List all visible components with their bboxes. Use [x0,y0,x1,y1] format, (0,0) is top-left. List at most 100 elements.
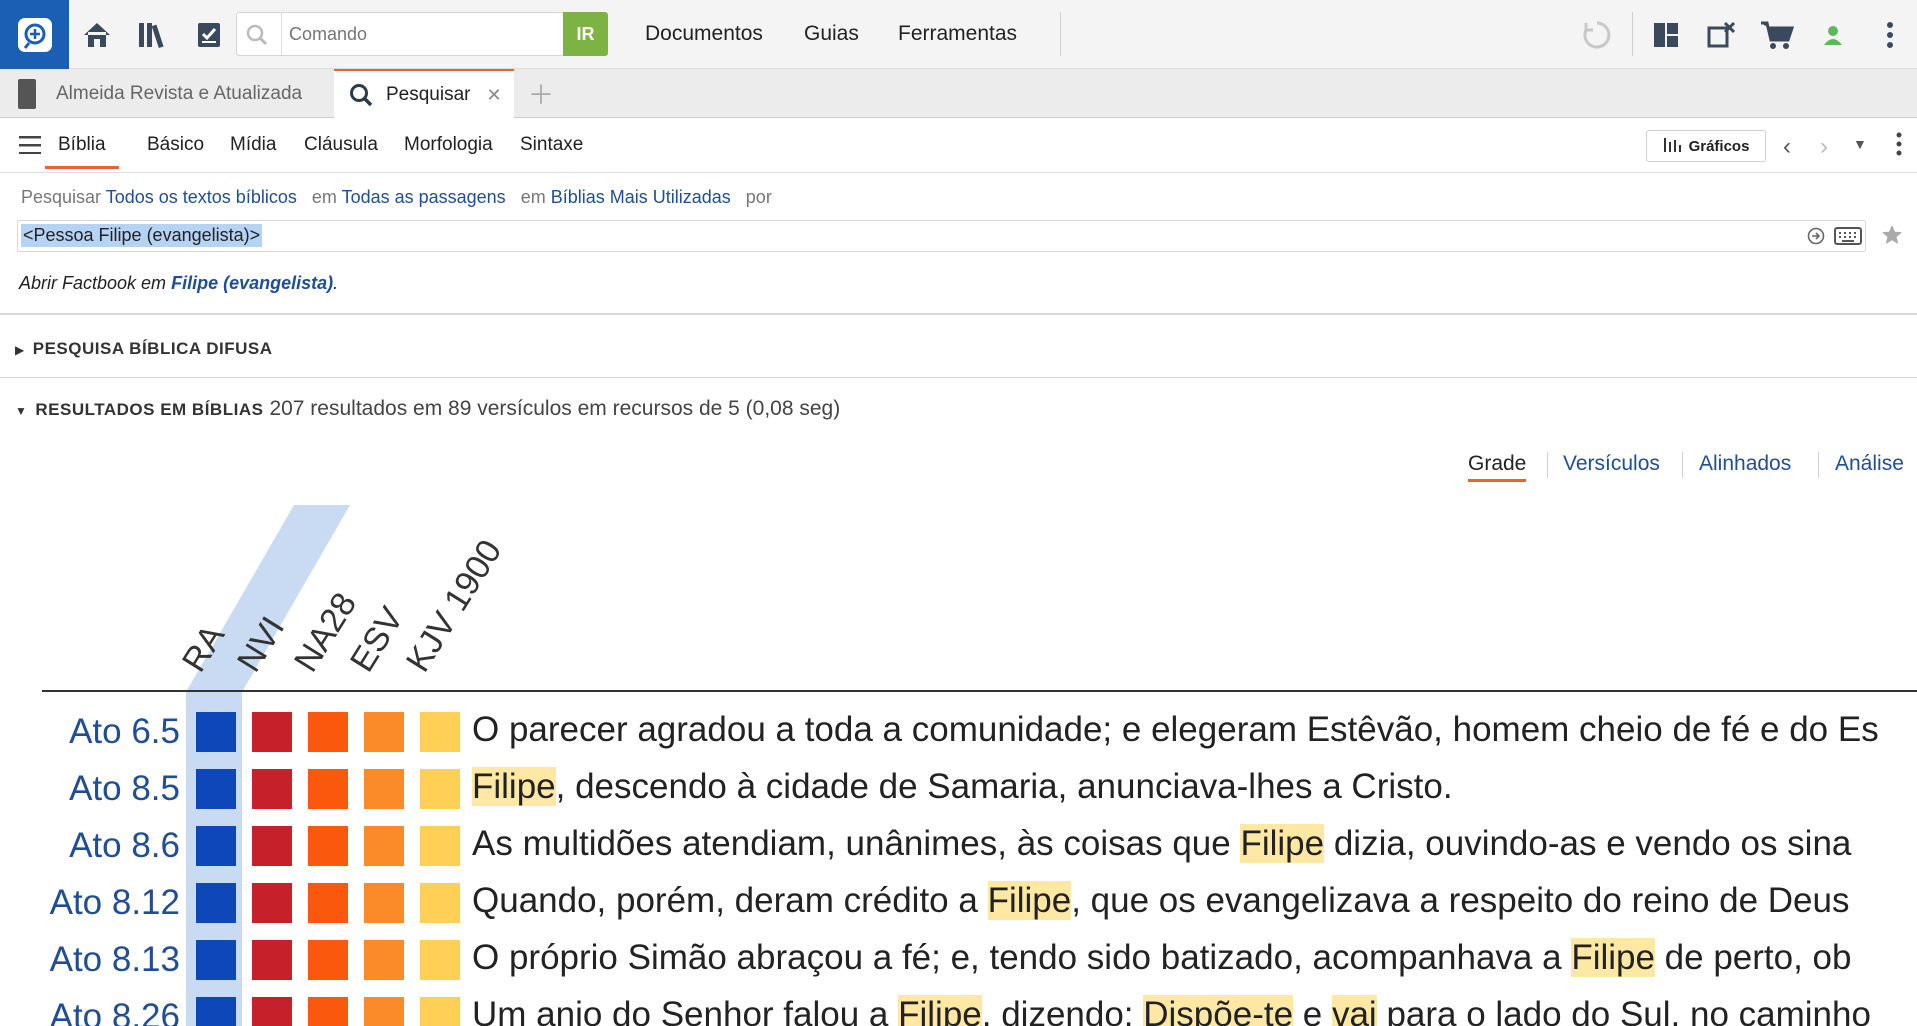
command-box[interactable]: IR [236,12,608,56]
menu-ferramentas[interactable]: Ferramentas [898,22,1017,46]
hit-cell-nvi[interactable] [252,940,292,980]
verse-fragment: e [1293,995,1332,1026]
hit-cell-kjv-1900[interactable] [420,826,460,866]
hit-cell-ra[interactable] [196,826,236,866]
hit-cell-na28[interactable] [308,826,348,866]
view-alinhados[interactable]: Alinhados [1699,452,1791,476]
subtab-biblia[interactable]: Bíblia [45,134,119,169]
hit-cell-kjv-1900[interactable] [420,883,460,923]
layouts-icon[interactable] [1648,17,1684,53]
query-text[interactable]: <Pessoa Filipe (evangelista)> [21,224,263,247]
tab-label: Pesquisar [386,84,471,105]
subtab-sintaxe[interactable]: Sintaxe [520,134,583,156]
hit-cell-ra[interactable] [196,883,236,923]
view-versiculos[interactable]: Versículos [1563,452,1660,476]
hit-cell-ra[interactable] [196,997,236,1026]
verse-text[interactable]: Quando, porém, deram crédito a Filipe, q… [472,881,1850,921]
factbook-link[interactable]: Filipe (evangelista) [171,273,333,293]
hit-cell-na28[interactable] [308,940,348,980]
submit-arrow-icon[interactable] [1807,227,1825,250]
table-row[interactable]: Ato 8.5 Filipe, descendo à cidade de Sama… [0,761,1917,818]
hit-cell-nvi[interactable] [252,826,292,866]
hit-cell-esv[interactable] [364,769,404,809]
bibles-link[interactable]: Bíblias Mais Utilizadas [551,187,731,207]
table-row[interactable]: Ato 6.5 O parecer agradou a toda a comuni… [0,704,1917,761]
verse-reference-link[interactable]: Ato 8.5 [69,769,180,809]
hit-cell-esv[interactable] [364,826,404,866]
add-tab-button[interactable]: ＋ [528,69,558,118]
table-row[interactable]: Ato 8.13 O próprio Simão abraçou a fé; e,… [0,932,1917,989]
close-icon[interactable]: ✕ [487,85,502,106]
keyboard-icon[interactable] [1834,226,1862,251]
table-row[interactable]: Ato 8.6 As multidões atendiam, unânimes, … [0,818,1917,875]
verse-reference-link[interactable]: Ato 8.26 [50,997,180,1026]
passages-link[interactable]: Todas as passagens [342,187,506,207]
verse-text[interactable]: O próprio Simão abraçou a fé; e, tendo s… [472,938,1852,978]
query-input[interactable]: <Pessoa Filipe (evangelista)> [17,220,1866,252]
hit-cell-esv[interactable] [364,997,404,1026]
hit-cell-esv[interactable] [364,940,404,980]
scope-link[interactable]: Todos os textos bíblicos [106,187,297,207]
table-row[interactable]: Ato 8.12 Quando, porém, deram crédito a F… [0,875,1917,932]
highlighted-hit: Filipe [987,881,1072,920]
sync-icon[interactable] [1579,17,1615,53]
results-section-header[interactable]: ▼ RESULTADOS EM BÍBLIAS 207 resultados em … [15,397,840,421]
account-icon[interactable] [1815,17,1851,53]
view-analise[interactable]: Análise [1835,452,1904,476]
subtab-morfologia[interactable]: Morfologia [404,134,493,156]
logos-logo[interactable] [0,0,69,69]
chevron-down-icon[interactable]: ▼ [1853,136,1867,152]
more-vertical-icon[interactable] [1872,17,1908,53]
go-button[interactable]: IR [563,12,608,56]
hit-cell-ra[interactable] [196,712,236,752]
verse-reference-link[interactable]: Ato 8.13 [50,940,180,980]
menu-guias[interactable]: Guias [804,22,859,46]
verse-text[interactable]: O parecer agradou a toda a comunidade; e… [472,710,1879,750]
hamburger-icon[interactable] [19,136,41,159]
hit-cell-esv[interactable] [364,883,404,923]
hit-cell-esv[interactable] [364,712,404,752]
verse-text[interactable]: Um anjo do Senhor falou a Filipe, dizend… [472,995,1871,1026]
hit-cell-na28[interactable] [308,997,348,1026]
hit-cell-ra[interactable] [196,940,236,980]
verse-text[interactable]: Filipe, descendo à cidade de Samaria, an… [472,767,1453,807]
highlighted-hit: Filipe [1571,938,1655,977]
hit-cell-na28[interactable] [308,712,348,752]
column-header-kjv-1900[interactable]: KJV 1900 [399,533,510,679]
verse-text[interactable]: As multidões atendiam, unânimes, às cois… [472,824,1851,864]
verse-reference-link[interactable]: Ato 8.6 [69,826,180,866]
checklist-icon[interactable] [191,17,227,53]
chevron-left-icon[interactable]: ‹ [1783,133,1791,161]
menu-documentos[interactable]: Documentos [645,22,763,46]
hit-cell-kjv-1900[interactable] [420,997,460,1026]
tab-almeida[interactable]: Almeida Revista e Atualizada [0,69,334,118]
subtab-midia[interactable]: Mídia [230,134,276,156]
hit-cell-kjv-1900[interactable] [420,769,460,809]
graficos-button[interactable]: Gráficos [1646,130,1766,162]
hit-cell-nvi[interactable] [252,769,292,809]
hit-cell-ra[interactable] [196,769,236,809]
more-vertical-icon[interactable] [1896,132,1902,161]
tab-pesquisar[interactable]: Pesquisar ✕ [334,69,514,119]
cart-icon[interactable] [1759,17,1795,53]
table-row[interactable]: Ato 8.26 Um anjo do Senhor falou a Filipe… [0,989,1917,1026]
star-icon[interactable] [1880,223,1904,252]
fuzzy-section-header[interactable]: ▶ PESQUISA BÍBLICA DIFUSA [15,339,273,359]
view-grade[interactable]: Grade [1468,452,1527,482]
hit-cell-na28[interactable] [308,883,348,923]
library-icon[interactable] [135,17,171,53]
command-input[interactable] [289,13,549,55]
hit-cell-na28[interactable] [308,769,348,809]
hit-cell-nvi[interactable] [252,712,292,752]
verse-reference-link[interactable]: Ato 8.12 [50,883,180,923]
hit-cell-kjv-1900[interactable] [420,940,460,980]
home-icon[interactable] [79,17,115,53]
subtab-clausula[interactable]: Cláusula [304,134,378,156]
hit-cell-nvi[interactable] [252,997,292,1026]
hit-cell-nvi[interactable] [252,883,292,923]
chevron-right-icon[interactable]: › [1820,133,1828,161]
close-panels-icon[interactable] [1704,17,1740,53]
verse-reference-link[interactable]: Ato 6.5 [69,712,180,752]
hit-cell-kjv-1900[interactable] [420,712,460,752]
subtab-basico[interactable]: Básico [147,134,204,156]
